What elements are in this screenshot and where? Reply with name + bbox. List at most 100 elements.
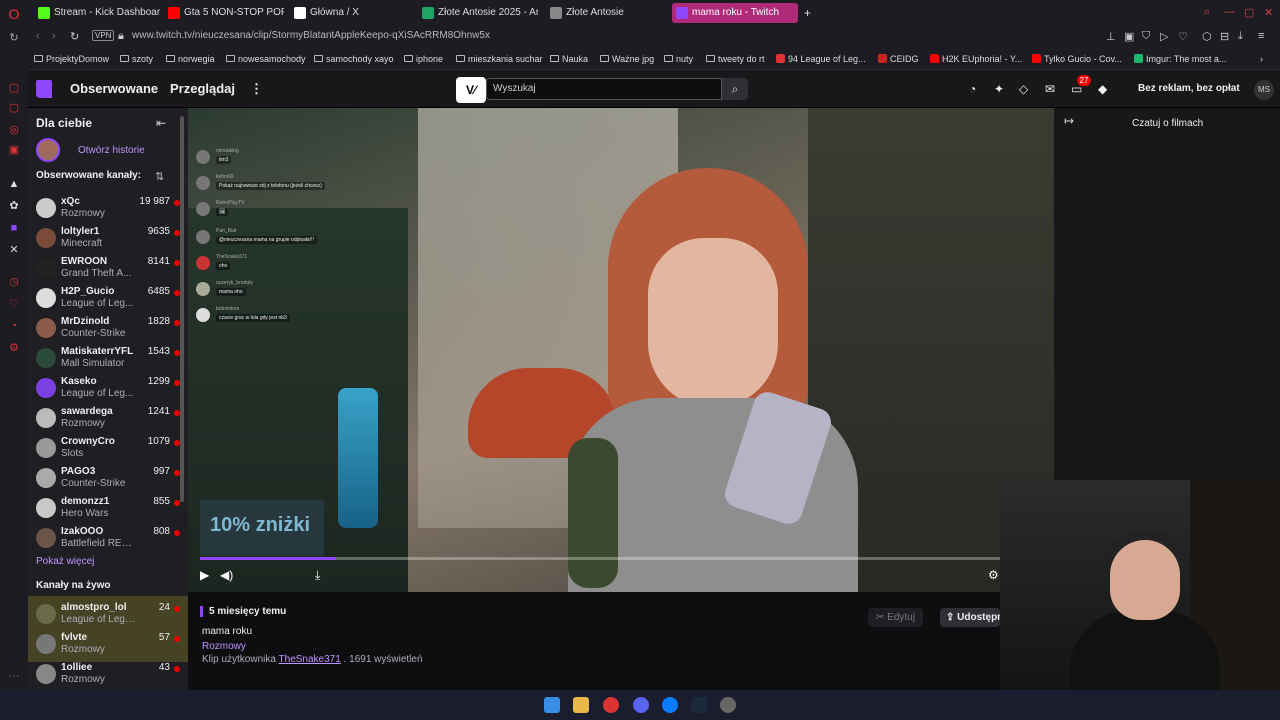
maximize-icon[interactable]: ▢ (1244, 6, 1254, 19)
bookmark-folder[interactable]: mieszkania suchar (456, 54, 543, 64)
bookmarks-overflow-icon[interactable]: › (1260, 54, 1263, 64)
bookmark-folder[interactable]: tweety do rt (706, 54, 765, 64)
sort-icon[interactable]: ⇅ (155, 170, 164, 183)
bookmark-folder[interactable]: nuty (664, 54, 693, 64)
download-icon[interactable]: ⤓ (1238, 30, 1243, 43)
channel-row[interactable]: MrDzinold Counter-Strike 1828 (28, 314, 188, 344)
inbox-icon[interactable]: ✉ (1045, 82, 1055, 96)
rail-app-icon[interactable]: ▣ (6, 142, 22, 158)
windows-start-icon[interactable] (544, 697, 560, 713)
bookmark-folder[interactable]: ProjektyDomow (34, 54, 109, 64)
bookmark-folder[interactable]: samochody xayo (314, 54, 394, 64)
open-stories-link[interactable]: Otwórz historie (78, 145, 145, 156)
tab-x[interactable]: Główna / X (290, 3, 410, 23)
discord-icon[interactable] (633, 697, 649, 713)
vpn-badge[interactable]: VPN (92, 30, 115, 41)
channel-row[interactable]: MatiskaterrYFL Mall Simulator 1543 (28, 344, 188, 374)
channel-row[interactable]: CrownyCro Slots 1079 (28, 434, 188, 464)
snapshot-icon[interactable]: ▣ (1124, 30, 1134, 43)
messenger-icon[interactable] (662, 697, 678, 713)
tab-twitch-active[interactable]: mama roku - Twitch (672, 3, 798, 23)
rail-twitch-icon[interactable]: ■ (6, 220, 22, 236)
drops-icon[interactable]: ◇ (1019, 82, 1028, 96)
channel-row[interactable]: 1olliee Rozmowy 43 (28, 660, 188, 690)
channel-row[interactable]: PAGO3 Counter-Strike 997 (28, 464, 188, 494)
bookmark-link[interactable]: Tylko Gucio - Cov... (1032, 54, 1122, 64)
sidebar-scrollbar[interactable] (180, 116, 184, 502)
shield-icon[interactable]: ⛉ (1142, 30, 1150, 43)
bits-icon[interactable]: ◆ (1098, 82, 1107, 96)
extension-logo-icon[interactable]: V⁄ (456, 77, 486, 103)
bookmark-folder[interactable]: Nauka (550, 54, 588, 64)
rail-app-icon[interactable]: ▢ (6, 100, 22, 116)
settings-icon[interactable]: ⚙ (988, 568, 999, 582)
tab-sheets[interactable]: Złote Antosie 2025 - Ark (418, 3, 538, 23)
rail-app-icon[interactable]: ◎ (6, 122, 22, 138)
obs-icon[interactable] (720, 697, 736, 713)
search-tabs-icon[interactable]: ⌕ (1204, 6, 1210, 19)
seek-bar[interactable] (200, 557, 1000, 560)
channel-row[interactable]: loltyler1 Minecraft 9635 (28, 224, 188, 254)
back-icon[interactable]: ‹ (36, 30, 40, 42)
rewards-icon[interactable]: ✦ (994, 82, 1004, 96)
reload-icon[interactable]: ↻ (70, 30, 79, 43)
refresh-icon[interactable]: ↻ (6, 30, 22, 46)
show-more-link[interactable]: Pokaż więcej (36, 556, 94, 567)
twitch-logo-icon[interactable] (36, 80, 52, 98)
channel-row[interactable]: IzakOOO Battlefield RED... 808 (28, 524, 188, 554)
tab-youtube[interactable]: Gta 5 NON-STOP POP ra (164, 3, 284, 23)
tab-kick[interactable]: Stream - Kick Dashboard (34, 3, 160, 23)
channel-row[interactable]: H2P_Gucio League of Leg... 6485 (28, 284, 188, 314)
share-button[interactable]: ⇪ Udostępnij (940, 608, 1000, 627)
channel-row[interactable]: demonzz1 Hero Wars 855 (28, 494, 188, 524)
collapse-sidebar-icon[interactable]: ⇤ (156, 116, 166, 130)
rail-history-icon[interactable]: ◔ (6, 318, 22, 334)
url-field[interactable]: www.twitch.tv/nieuczesana/clip/StormyBla… (132, 30, 490, 41)
bookmark-folder[interactable]: norwegia (166, 54, 215, 64)
rail-app-icon[interactable]: ▢ (6, 80, 22, 96)
channel-row[interactable]: almostpro_lol League of Lege... 24 (28, 600, 188, 630)
heart-icon[interactable]: ♡ (1178, 30, 1188, 43)
nav-following[interactable]: Obserwowane (70, 81, 158, 96)
bookmark-link[interactable]: Imgur: The most a... (1134, 54, 1226, 64)
rail-x-icon[interactable]: ✕ (6, 242, 22, 258)
menu-icon[interactable]: ≡ (1258, 30, 1264, 42)
new-tab-button[interactable]: + (800, 3, 818, 23)
clip-author-link[interactable]: TheSnake371 (279, 654, 341, 665)
clip-video-player[interactable]: mindaking tim3 kefirs69 Pokaż najnowsze zd… (188, 108, 1054, 592)
rail-bookmarks-icon[interactable]: ♡ (6, 296, 22, 312)
download-icon[interactable]: ⤓ (315, 568, 320, 583)
rail-aria-icon[interactable]: ▲ (6, 176, 22, 192)
play-icon[interactable]: ▶ (200, 568, 209, 582)
opera-icon[interactable] (603, 697, 619, 713)
bookmark-folder[interactable]: iphone (404, 54, 443, 64)
watch-later-icon[interactable]: ◔ (969, 82, 976, 96)
bookmark-folder[interactable]: szoty (120, 54, 153, 64)
close-icon[interactable]: ✕ (1264, 6, 1273, 19)
bookmark-folder[interactable]: Ważne jpg (600, 54, 654, 64)
rail-more-icon[interactable]: ··· (6, 668, 22, 684)
forward-icon[interactable]: › (52, 30, 56, 42)
edit-button[interactable]: ✂ Edytuj (868, 608, 923, 627)
channel-row[interactable]: fvlvte Rozmowy 57 (28, 630, 188, 660)
opera-logo-icon[interactable]: O (6, 6, 22, 22)
bookmark-folder[interactable]: nowesamochody (226, 54, 306, 64)
volume-icon[interactable]: ◀) (220, 568, 233, 582)
rail-chatgpt-icon[interactable]: ✿ (6, 198, 22, 214)
player-icon[interactable]: ▷ (1160, 30, 1168, 43)
wallet-icon[interactable]: ⊟ (1220, 30, 1229, 43)
ad-free-button[interactable]: Bez reklam, bez opłat (1122, 78, 1240, 100)
nav-more-icon[interactable]: ⋮ (250, 81, 263, 97)
bookmark-link[interactable]: H2K EUphoria! - Y... (930, 54, 1022, 64)
tab-zlote-antosie[interactable]: Złote Antosie (546, 3, 666, 23)
rail-history-icon[interactable]: ◷ (6, 274, 22, 290)
minimize-icon[interactable]: — (1224, 6, 1235, 18)
nav-browse[interactable]: Przeglądaj (170, 81, 235, 96)
extensions-icon[interactable]: ⬡ (1202, 30, 1212, 43)
search-icon[interactable]: ⌕ (722, 78, 748, 100)
channel-row[interactable]: EWROON Grand Theft A... 8141 (28, 254, 188, 284)
steam-icon[interactable] (691, 697, 707, 713)
bookmark-link[interactable]: 94 League of Leg... (776, 54, 866, 64)
user-avatar[interactable]: MS (1254, 80, 1274, 100)
rail-settings-icon[interactable]: ⚙ (6, 340, 22, 356)
